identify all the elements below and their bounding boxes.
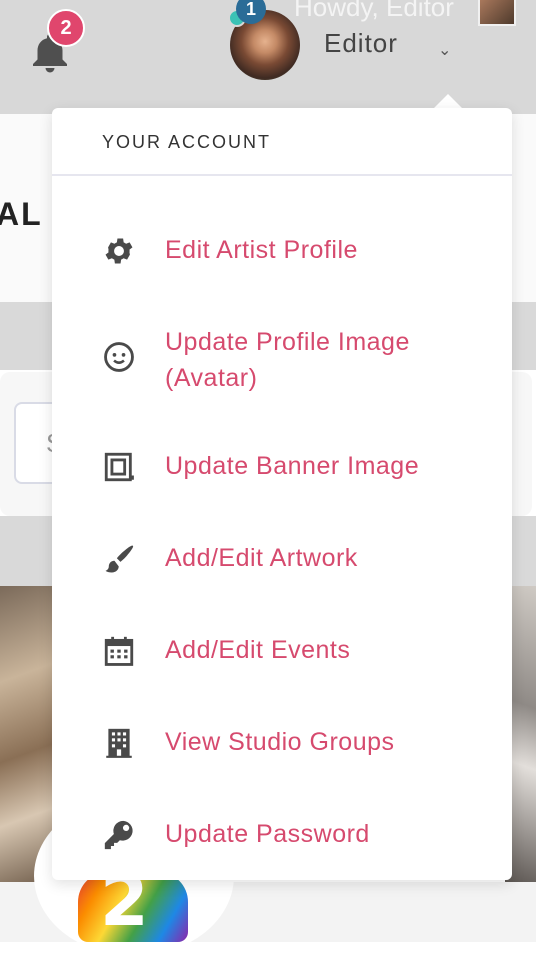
- building-icon: [102, 726, 136, 760]
- paintbrush-icon: [102, 542, 136, 576]
- greeting-text[interactable]: Howdy, Editor: [294, 0, 454, 23]
- account-dropdown-menu: YOUR ACCOUNT Edit Artist Profile Update …: [52, 108, 512, 880]
- banner-frame-icon: [102, 450, 136, 484]
- menu-item-label: View Studio Groups: [165, 728, 395, 756]
- account-username[interactable]: Editor: [324, 28, 398, 59]
- calendar-icon: [102, 634, 136, 668]
- menu-item-label: Update Profile Image (Avatar): [165, 328, 410, 392]
- menu-item-label: Update Password: [165, 820, 370, 848]
- menu-item-label: Edit Artist Profile: [165, 236, 358, 264]
- menu-item-label: Add/Edit Artwork: [165, 544, 358, 572]
- dropdown-title: YOUR ACCOUNT: [52, 108, 512, 176]
- notifications-count-badge[interactable]: 2: [47, 9, 85, 47]
- greeting-avatar-thumbnail[interactable]: [478, 0, 516, 26]
- key-icon: [102, 818, 136, 852]
- chevron-down-icon[interactable]: ⌄: [438, 40, 451, 60]
- menu-item-label: Add/Edit Events: [165, 636, 351, 664]
- menu-item-label: Update Banner Image: [165, 452, 420, 480]
- smiley-face-icon: [102, 340, 136, 374]
- dropdown-caret: [434, 94, 462, 108]
- gear-icon: [102, 234, 136, 268]
